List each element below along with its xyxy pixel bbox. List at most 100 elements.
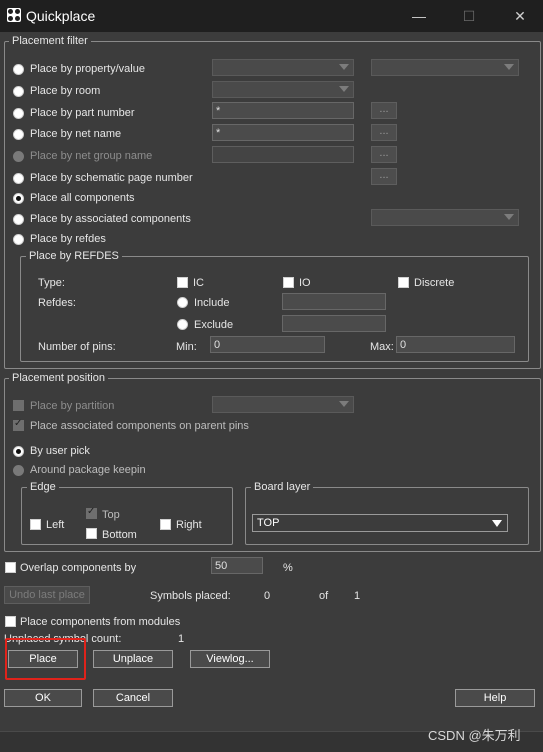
partition-combo[interactable] <box>212 396 354 413</box>
label-property-value: Place by property/value <box>30 63 145 75</box>
property-combo[interactable] <box>212 59 354 76</box>
radio-part-number[interactable] <box>13 108 24 119</box>
chevron-down-icon <box>504 214 514 220</box>
net-group-input[interactable] <box>212 146 354 163</box>
maximize-button[interactable]: ☐ <box>456 4 482 28</box>
symbols-placed-label: Symbols placed: <box>150 590 231 602</box>
type-ic-checkbox[interactable] <box>177 277 188 288</box>
radio-associated-components[interactable] <box>13 214 24 225</box>
associated-parent-label: Place associated components on parent pi… <box>30 420 249 432</box>
board-layer-title: Board layer <box>251 481 314 493</box>
symbols-placed-of: of <box>319 590 329 602</box>
type-io-checkbox[interactable] <box>283 277 294 288</box>
chevron-down-icon <box>504 64 514 70</box>
edge-right-checkbox[interactable] <box>160 519 171 530</box>
type-discrete-checkbox[interactable] <box>398 277 409 288</box>
close-button[interactable]: ✕ <box>507 4 533 28</box>
placement-position-title: Placement position <box>9 372 108 384</box>
overlap-input[interactable]: 50 <box>211 557 263 574</box>
net-name-browse-button[interactable]: ... <box>371 124 397 141</box>
label-room: Place by room <box>30 85 101 97</box>
symbols-placed-total: 1 <box>354 590 361 602</box>
overlap-checkbox[interactable] <box>5 562 16 573</box>
symbols-placed-count: 0 <box>264 590 271 602</box>
by-user-pick-label: By user pick <box>30 445 90 457</box>
schematic-page-browse-button[interactable]: ... <box>371 168 397 185</box>
from-modules-checkbox[interactable] <box>5 616 16 627</box>
min-label: Min: <box>176 341 197 353</box>
type-ic-label: IC <box>193 277 204 289</box>
help-button[interactable]: Help <box>455 689 535 707</box>
edge-bottom-label: Bottom <box>102 529 137 541</box>
app-logo-icon <box>7 8 21 22</box>
type-label: Type: <box>38 277 65 289</box>
radio-schematic-page[interactable] <box>13 173 24 184</box>
radio-refdes[interactable] <box>13 234 24 245</box>
label-part-number: Place by part number <box>30 107 135 119</box>
radio-net-name[interactable] <box>13 129 24 140</box>
refdes-group-title: Place by REFDES <box>26 250 122 262</box>
by-partition-checkbox[interactable] <box>13 400 24 411</box>
board-layer-value: TOP <box>257 517 280 529</box>
part-number-input[interactable]: * <box>212 102 354 119</box>
viewlog-button[interactable]: Viewlog... <box>190 650 270 668</box>
max-pins-input[interactable]: 0 <box>396 336 515 353</box>
overlap-unit: % <box>283 562 293 574</box>
label-schematic-page: Place by schematic page number <box>30 172 193 184</box>
label-net-name: Place by net name <box>30 128 122 140</box>
by-user-pick-radio[interactable] <box>13 446 24 457</box>
radio-net-group-name[interactable] <box>13 151 24 162</box>
radio-all-components[interactable] <box>13 193 24 204</box>
label-all-components: Place all components <box>30 192 135 204</box>
edge-left-label: Left <box>46 519 65 531</box>
edge-right-label: Right <box>176 519 202 531</box>
chevron-down-icon <box>339 86 349 92</box>
undo-last-place-button[interactable]: Undo last place <box>4 586 90 604</box>
edge-left-checkbox[interactable] <box>30 519 41 530</box>
edge-group-title: Edge <box>27 481 59 493</box>
associated-parent-checkbox[interactable] <box>13 418 24 431</box>
placement-filter-title: Placement filter <box>9 35 91 47</box>
net-name-input[interactable]: * <box>212 124 354 141</box>
overlap-label: Overlap components by <box>20 562 137 574</box>
value-combo[interactable] <box>371 59 519 76</box>
exclude-radio[interactable] <box>177 319 188 330</box>
exclude-label: Exclude <box>194 319 234 331</box>
include-label: Include <box>194 297 230 309</box>
board-layer-select[interactable]: TOP <box>252 514 508 532</box>
ok-button[interactable]: OK <box>4 689 82 707</box>
exclude-input[interactable] <box>282 315 386 332</box>
room-combo[interactable] <box>212 81 354 98</box>
label-net-group-name: Place by net group name <box>30 150 153 162</box>
watermark: CSDN @朱万利 <box>428 728 521 743</box>
cancel-button[interactable]: Cancel <box>93 689 173 707</box>
min-pins-input[interactable]: 0 <box>210 336 325 353</box>
around-keepin-label: Around package keepin <box>30 464 146 476</box>
minimize-button[interactable]: — <box>406 4 432 28</box>
include-input[interactable] <box>282 293 386 310</box>
max-label: Max: <box>370 341 394 353</box>
chevron-down-icon <box>339 401 349 407</box>
pins-label: Number of pins: <box>38 341 116 353</box>
include-radio[interactable] <box>177 297 188 308</box>
label-associated-components: Place by associated components <box>30 213 191 225</box>
edge-top-label: Top <box>102 509 120 521</box>
radio-property-value[interactable] <box>13 64 24 75</box>
place-button[interactable]: Place <box>8 650 78 668</box>
label-refdes: Place by refdes <box>30 233 106 245</box>
refdes-label: Refdes: <box>38 297 76 309</box>
by-partition-label: Place by partition <box>30 400 115 412</box>
unplaced-count: 1 <box>178 633 185 645</box>
unplace-button[interactable]: Unplace <box>93 650 173 668</box>
part-number-browse-button[interactable]: ... <box>371 102 397 119</box>
net-group-browse-button[interactable]: ... <box>371 146 397 163</box>
type-discrete-label: Discrete <box>414 277 455 289</box>
around-keepin-radio[interactable] <box>13 465 24 476</box>
chevron-down-icon <box>492 520 502 527</box>
from-modules-label: Place components from modules <box>20 616 181 628</box>
edge-top-checkbox[interactable] <box>86 506 97 519</box>
associated-combo[interactable] <box>371 209 519 226</box>
radio-room[interactable] <box>13 86 24 97</box>
edge-bottom-checkbox[interactable] <box>86 528 97 539</box>
window-title: Quickplace <box>26 8 96 24</box>
